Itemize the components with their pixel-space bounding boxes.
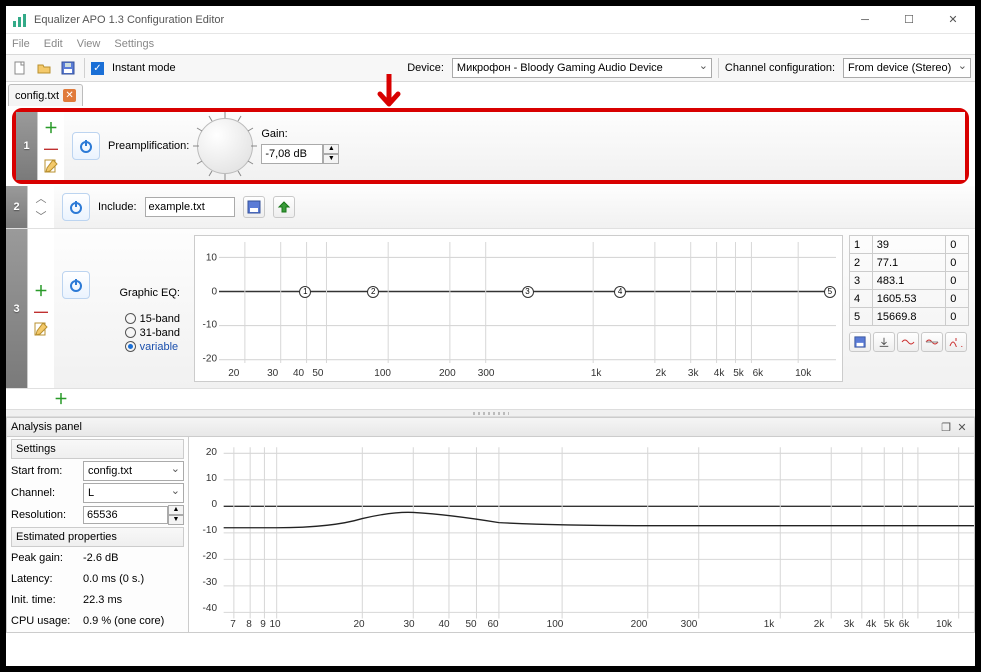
collapse-up-icon[interactable]: ︿ [36, 190, 47, 206]
resolution-input[interactable] [83, 506, 168, 524]
add-above-icon[interactable]: ＋ [34, 281, 48, 301]
band15-radio[interactable]: 15-band [125, 313, 180, 325]
latency-value: 0.0 ms (0 s.) [83, 573, 144, 585]
minimize-button[interactable]: ─ [843, 6, 887, 34]
start-from-select[interactable] [83, 461, 184, 481]
eq-normalize-icon[interactable] [921, 332, 943, 352]
power-toggle[interactable] [62, 193, 90, 221]
menu-file[interactable]: File [12, 38, 30, 50]
row-number: 2 [6, 186, 28, 228]
gain-spin-up[interactable]: ▲ [323, 144, 339, 154]
tabstrip: config.txt ✕ [6, 82, 975, 106]
channel-select[interactable] [83, 483, 184, 503]
chancfg-select[interactable] [843, 58, 971, 78]
app-icon [12, 12, 28, 28]
close-button[interactable]: ✕ [931, 6, 975, 34]
graphic-eq-label: Graphic EQ: [119, 287, 180, 299]
eq-point-2[interactable]: 2 [367, 286, 379, 298]
peak-gain-value: -2.6 dB [83, 552, 118, 564]
new-file-icon[interactable] [10, 58, 30, 78]
row-number: 3 [6, 229, 28, 388]
init-time-value: 22.3 ms [83, 594, 122, 606]
band31-radio[interactable]: 31-band [125, 327, 180, 339]
open-file-icon[interactable] [34, 58, 54, 78]
eq-save-icon[interactable] [849, 332, 871, 352]
eq-point-5[interactable]: 5 [824, 286, 836, 298]
remove-row-icon[interactable]: — [44, 140, 58, 156]
analysis-panel-header: Analysis panel ❐ ✕ [6, 417, 975, 437]
titlebar: Equalizer APO 1.3 Configuration Editor ─… [6, 6, 975, 34]
analysis-graph[interactable]: 20 10 0 -10 -20 -30 -40 7 8 9 10 20 30 4… [189, 437, 974, 632]
knob-ticks-icon [189, 110, 261, 182]
variable-radio[interactable]: variable [125, 341, 179, 353]
cpu-usage-value: 0.9 % (one core) [83, 615, 164, 627]
eq-point-3[interactable]: 3 [522, 286, 534, 298]
add-row-icon[interactable]: ＋ [54, 389, 68, 409]
device-select[interactable] [452, 58, 712, 78]
filter-row-graphic-eq: 3 ＋ — Graphic EQ: 15-band 31-band variab… [6, 229, 975, 389]
window-title: Equalizer APO 1.3 Configuration Editor [34, 14, 843, 26]
eq-point-1[interactable]: 1 [299, 286, 311, 298]
undock-icon[interactable]: ❐ [938, 419, 954, 435]
remove-row-icon[interactable]: — [34, 303, 48, 319]
tab-close-icon[interactable]: ✕ [63, 89, 76, 102]
eq-invert-icon[interactable] [897, 332, 919, 352]
device-label: Device: [407, 62, 444, 74]
instant-mode-label: Instant mode [112, 62, 176, 74]
annotation-arrow-icon [374, 74, 404, 114]
file-tab[interactable]: config.txt ✕ [8, 84, 83, 106]
edit-row-icon[interactable] [33, 321, 49, 337]
menubar: File Edit View Settings [6, 34, 975, 54]
filter-row-preamp: 1 ＋ — Preamplification: Gain [12, 108, 969, 184]
eq-graph[interactable]: 10 0 -10 -20 1 2 3 4 5 20 30 40 50 100 [194, 235, 843, 382]
tab-label: config.txt [15, 90, 59, 102]
panel-close-icon[interactable]: ✕ [954, 419, 970, 435]
res-spin-down[interactable]: ▼ [168, 515, 184, 525]
add-above-icon[interactable]: ＋ [44, 118, 58, 138]
gain-input[interactable] [261, 144, 323, 164]
splitter-handle[interactable] [6, 409, 975, 417]
menu-edit[interactable]: Edit [44, 38, 63, 50]
instant-mode-checkbox[interactable]: ✓ [91, 62, 104, 75]
menu-settings[interactable]: Settings [114, 38, 154, 50]
gain-spin-down[interactable]: ▼ [323, 154, 339, 164]
collapse-down-icon[interactable]: ﹀ [36, 208, 47, 224]
analysis-panel: Settings Start from: Channel: Resolution… [6, 437, 975, 633]
include-file-input[interactable] [145, 197, 235, 217]
up-arrow-icon[interactable] [273, 196, 295, 218]
estimated-header: Estimated properties [11, 527, 184, 547]
table-row: 1390 [850, 236, 969, 254]
power-toggle[interactable] [72, 132, 100, 160]
table-row: 41605.530 [850, 290, 969, 308]
eq-reset-icon[interactable] [945, 332, 967, 352]
power-toggle[interactable] [62, 271, 90, 299]
eq-point-table: 1390 277.10 3483.10 41605.530 515669.80 [849, 235, 969, 382]
table-row: 3483.10 [850, 272, 969, 290]
include-label: Include: [98, 201, 137, 213]
filter-row-include: 2 ︿ ﹀ Include: [6, 186, 975, 229]
gain-label: Gain: [261, 128, 339, 140]
table-row: 515669.80 [850, 308, 969, 326]
row-number: 1 [16, 112, 38, 180]
settings-header: Settings [11, 439, 184, 459]
preamp-label: Preamplification: [108, 140, 189, 152]
table-row: 277.10 [850, 254, 969, 272]
save-file-icon[interactable] [58, 58, 78, 78]
analysis-title: Analysis panel [11, 421, 938, 433]
eq-import-icon[interactable] [873, 332, 895, 352]
maximize-button[interactable]: ☐ [887, 6, 931, 34]
menu-view[interactable]: View [77, 38, 101, 50]
eq-point-4[interactable]: 4 [614, 286, 626, 298]
edit-row-icon[interactable] [43, 158, 59, 174]
main-toolbar: ✓ Instant mode Device: Channel configura… [6, 54, 975, 82]
open-include-icon[interactable] [243, 196, 265, 218]
res-spin-up[interactable]: ▲ [168, 505, 184, 515]
chancfg-label: Channel configuration: [725, 62, 835, 74]
